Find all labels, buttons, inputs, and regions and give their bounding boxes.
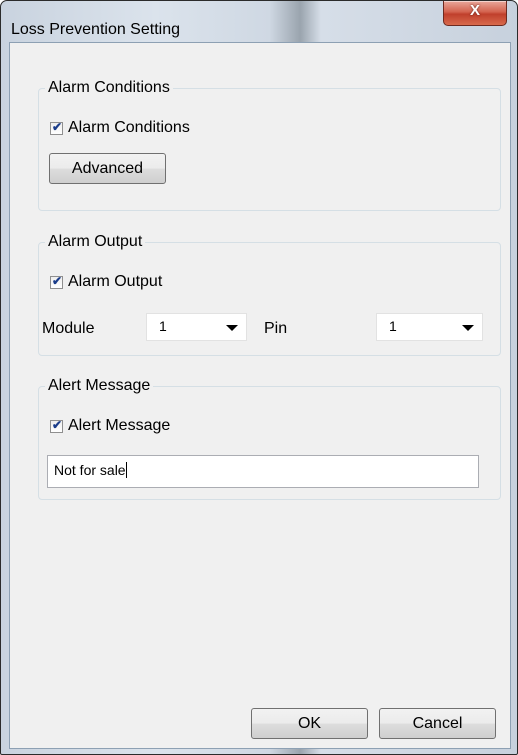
pin-label: Pin bbox=[264, 320, 288, 337]
alarm-output-checkbox-label[interactable]: Alarm Output bbox=[68, 273, 162, 291]
alarm-conditions-checkbox-row[interactable]: ✔ Alarm Conditions bbox=[50, 119, 190, 137]
close-icon: X bbox=[469, 2, 480, 19]
alert-message-checkbox-row[interactable]: ✔ Alert Message bbox=[50, 417, 170, 435]
alarm-conditions-group-label: Alarm Conditions bbox=[45, 79, 173, 97]
alert-message-checkbox[interactable]: ✔ bbox=[50, 417, 63, 433]
alarm-conditions-checkbox-label[interactable]: Alarm Conditions bbox=[68, 119, 190, 137]
alarm-conditions-checkbox[interactable]: ✔ bbox=[50, 119, 63, 135]
alarm-output-checkbox[interactable]: ✔ bbox=[50, 273, 63, 289]
module-select-value: 1 bbox=[159, 318, 167, 334]
alert-message-text: Not for sale bbox=[54, 462, 126, 478]
title-bar[interactable]: Loss Prevention Setting X bbox=[1, 1, 517, 41]
close-button[interactable]: X bbox=[443, 1, 507, 26]
ok-button[interactable]: OK bbox=[251, 708, 368, 739]
module-select[interactable]: 1 bbox=[146, 313, 247, 341]
pin-select-value: 1 bbox=[389, 318, 397, 334]
alert-message-input[interactable]: Not for sale bbox=[47, 455, 479, 488]
module-label: Module bbox=[42, 320, 95, 337]
alert-message-group: Alert Message ✔ Alert Message Not for sa… bbox=[38, 377, 501, 500]
alarm-output-checkbox-row[interactable]: ✔ Alarm Output bbox=[50, 273, 162, 291]
dropdown-arrow-icon[interactable] bbox=[462, 325, 474, 331]
dropdown-arrow-icon[interactable] bbox=[226, 325, 238, 331]
advanced-button[interactable]: Advanced bbox=[49, 153, 166, 184]
dialog-window: Loss Prevention Setting X Alarm Conditio… bbox=[0, 0, 518, 755]
alert-message-group-label: Alert Message bbox=[45, 377, 154, 395]
alert-message-checkbox-label[interactable]: Alert Message bbox=[68, 417, 170, 435]
dialog-client-area: Alarm Conditions ✔ Alarm Conditions Adva… bbox=[9, 42, 511, 749]
alarm-output-group: Alarm Output ✔ Alarm Output Module 1 Pin… bbox=[38, 233, 501, 356]
checkmark-icon: ✔ bbox=[52, 119, 63, 134]
pin-select[interactable]: 1 bbox=[376, 313, 483, 341]
cancel-button[interactable]: Cancel bbox=[379, 708, 496, 739]
alarm-output-group-label: Alarm Output bbox=[45, 233, 146, 251]
checkmark-icon: ✔ bbox=[52, 273, 63, 288]
alarm-conditions-group: Alarm Conditions ✔ Alarm Conditions Adva… bbox=[38, 79, 501, 211]
text-caret bbox=[125, 462, 127, 478]
window-title: Loss Prevention Setting bbox=[11, 21, 180, 38]
checkmark-icon: ✔ bbox=[52, 417, 63, 432]
